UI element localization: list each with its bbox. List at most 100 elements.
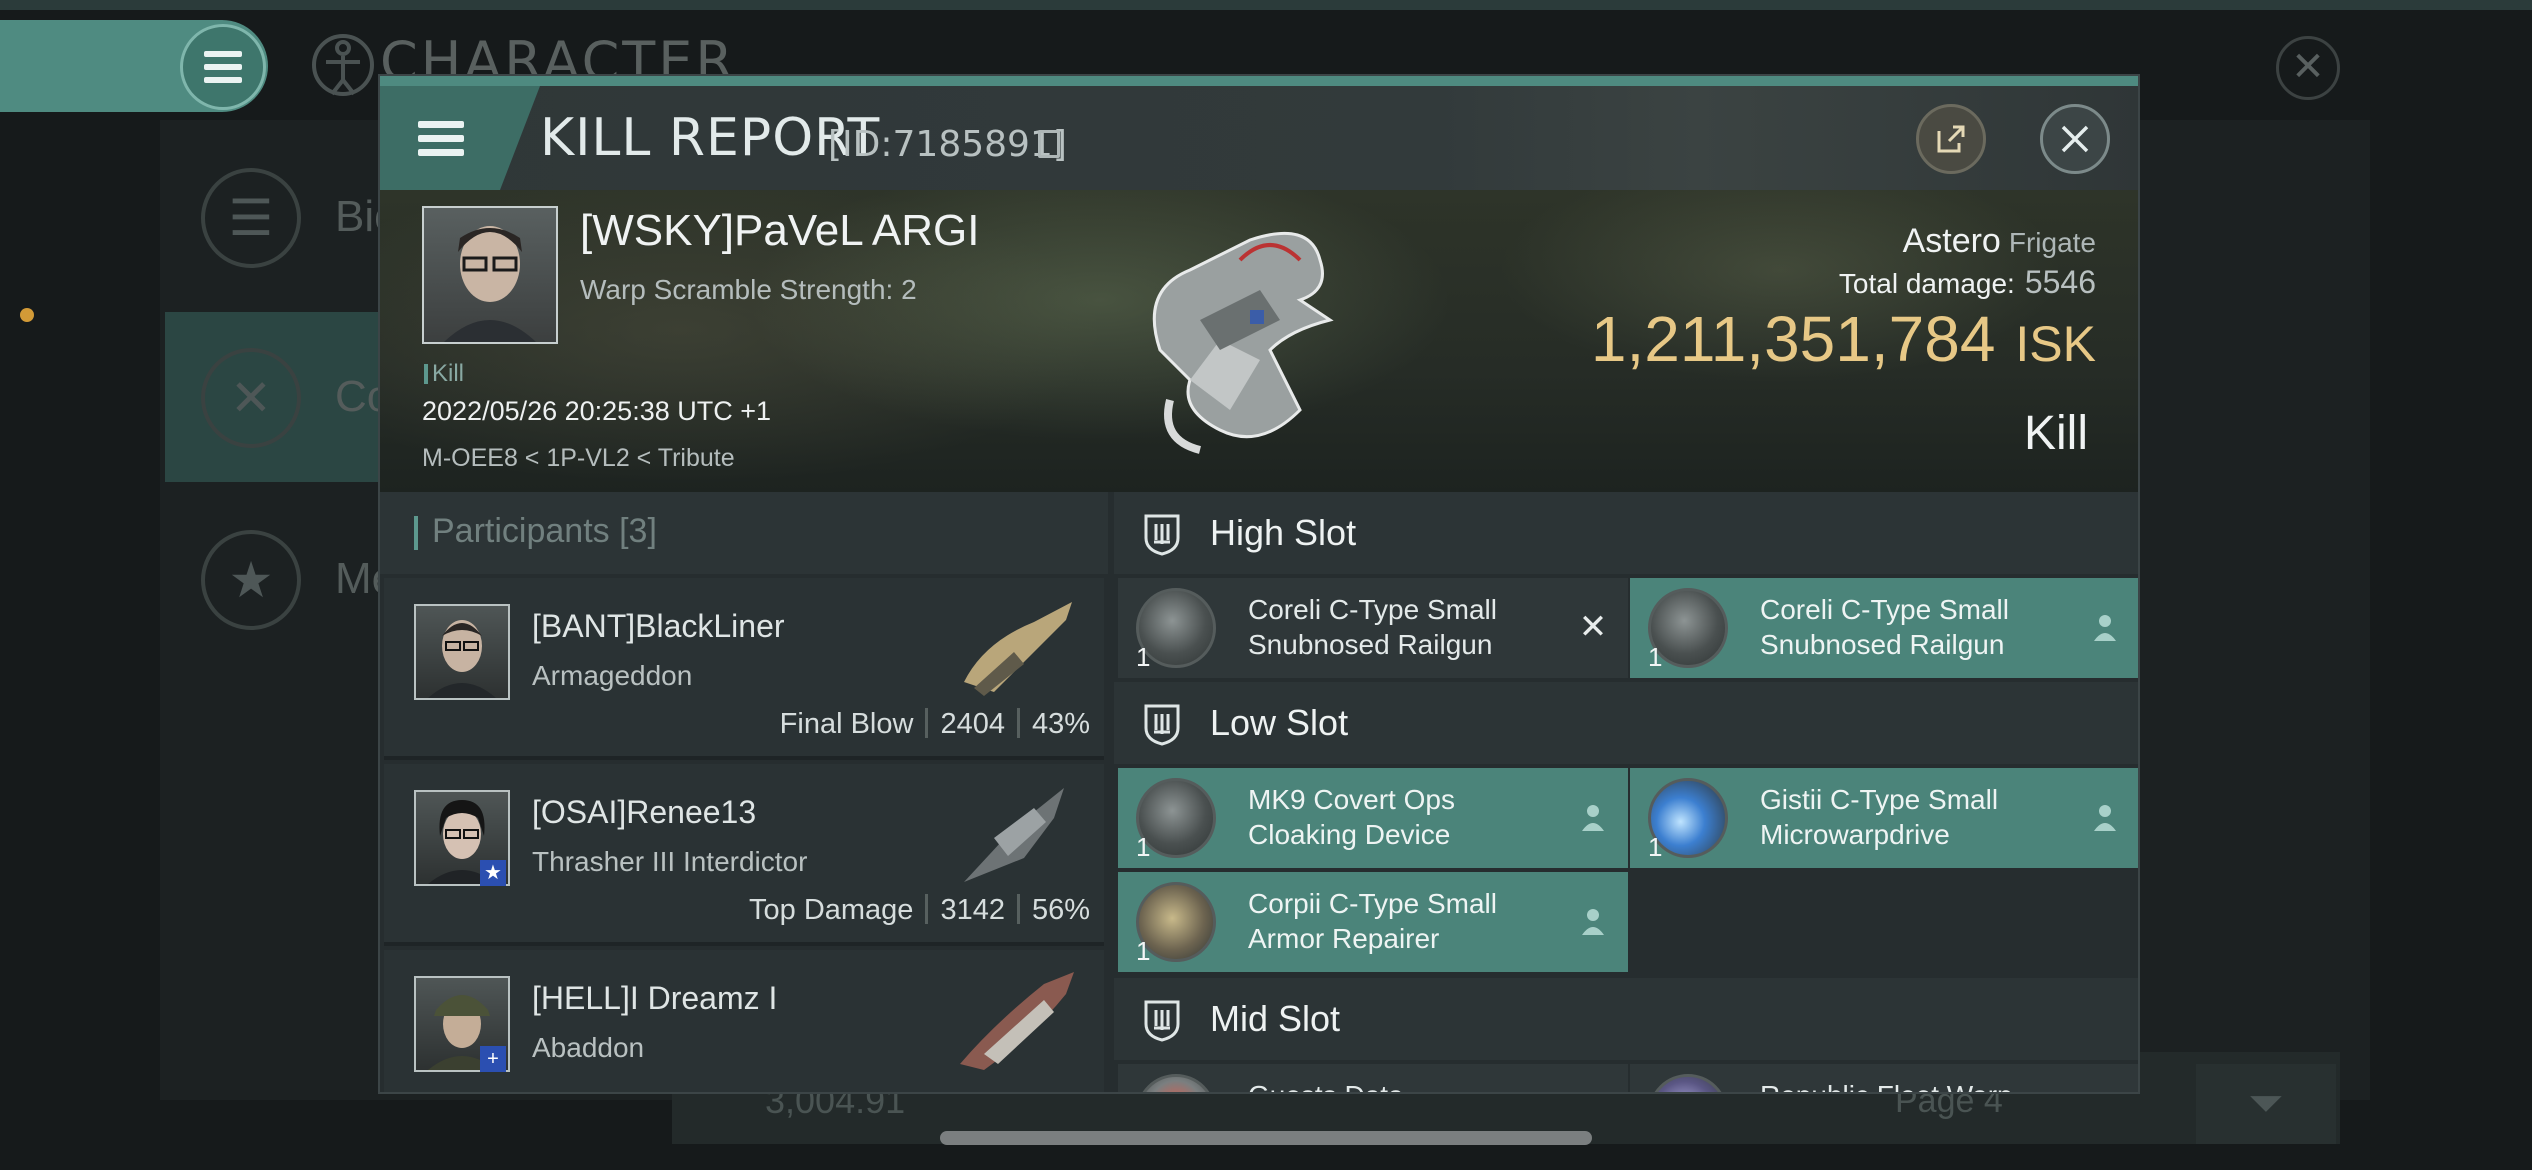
module-quantity: 1 xyxy=(1648,642,1663,672)
copy-icon[interactable] xyxy=(1038,130,1060,158)
destroyed-icon: ✕ xyxy=(1578,608,1608,646)
close-screen-icon[interactable]: ✕ xyxy=(2276,36,2340,100)
damage-percent: 56% xyxy=(1031,894,1090,926)
module-item[interactable]: 1 Coreli C-Type Small Snubnosed Railgun xyxy=(1630,578,2138,678)
sidebar-item-combat[interactable]: ✕ Co xyxy=(165,312,395,482)
participant-ship: Armageddon xyxy=(532,660,693,691)
dropped-icon xyxy=(1576,800,1610,834)
participants-title: Participants [3] xyxy=(432,512,657,550)
damage-value: 3142 xyxy=(940,894,1005,926)
victim-name: [WSKY]PaVeL ARGI xyxy=(580,206,980,255)
participant-ship-image xyxy=(960,972,1074,1070)
avatar xyxy=(414,604,510,700)
slot-title: Low Slot xyxy=(1210,702,1349,743)
participant-name: [BANT]BlackLiner xyxy=(532,608,785,644)
slot-title: Mid Slot xyxy=(1210,998,1341,1039)
module-name: Coreli C-Type Small Snubnosed Railgun xyxy=(1760,594,2009,660)
sidebar-item-medals[interactable]: ★ Me xyxy=(165,494,396,664)
module-item[interactable]: 1 MK9 Covert Ops Cloaking Device xyxy=(1118,768,1628,868)
star-badge-icon: ★ xyxy=(201,530,301,630)
participant-ship: Abaddon xyxy=(532,1032,645,1063)
main-menu-button[interactable] xyxy=(180,24,266,110)
module-item[interactable]: 1 Coreli C-Type Small Snubnosed Railgun … xyxy=(1118,578,1628,678)
participant-ship: Thrasher III Interdictor xyxy=(532,846,808,877)
high-slot-header: High Slot xyxy=(1114,492,2138,574)
ship-name-line: Astero Frigate xyxy=(1903,222,2096,261)
data-module-icon xyxy=(1136,1074,1216,1092)
module-quantity: 1 xyxy=(1648,832,1663,862)
participants-count: [3] xyxy=(619,512,657,550)
sidebar-item-bio[interactable]: ☰ Bio xyxy=(165,132,399,302)
dropped-icon xyxy=(1576,904,1610,938)
participant-stats: Final Blow 2404 43% xyxy=(780,708,1090,741)
dropped-icon xyxy=(2088,610,2122,644)
external-link-icon xyxy=(1937,125,1965,153)
participant-row[interactable]: ★ [OSAI]Renee13 Thrasher III Interdictor… xyxy=(384,764,1104,946)
module-item[interactable]: Guests Data ✕ xyxy=(1118,1064,1628,1092)
victim-subtitle: Warp Scramble Strength: 2 xyxy=(580,274,917,305)
stat-label: Top Damage xyxy=(749,894,914,926)
isk-unit: ISK xyxy=(2015,316,2096,372)
participants-panel: Participants [3] [BANT]BlackLiner Armage… xyxy=(380,492,1108,1092)
total-damage-label: Total damage: xyxy=(1838,268,2015,299)
dialog-accent-line xyxy=(380,76,2138,86)
kill-report-dialog: KILL REPORT [ID:7185891] [WSKY]PaVeL ARG… xyxy=(378,74,2140,1094)
kill-tag: Kill xyxy=(424,360,464,388)
module-quantity: 1 xyxy=(1136,832,1151,862)
kill-result: Kill xyxy=(2023,407,2088,460)
kill-datetime: 2022/05/26 20:25:38 UTC +1 xyxy=(422,396,772,426)
module-name: Republic Fleet Warp xyxy=(1760,1078,2080,1092)
fitting-panel: High Slot 1 Coreli C-Type Small Snubnose… xyxy=(1114,492,2138,1092)
horizontal-scrollbar[interactable] xyxy=(940,1131,1592,1145)
participant-ship-image xyxy=(964,788,1064,882)
header-accent xyxy=(414,516,418,550)
module-name: Coreli C-Type Small Snubnosed Railgun xyxy=(1248,594,1497,660)
damage-percent: 43% xyxy=(1031,708,1090,740)
module-item[interactable]: 1 Gistii C-Type Small Microwarpdrive xyxy=(1630,768,2138,868)
total-damage-line: Total damage: 5546 xyxy=(1839,264,2096,301)
mid-slot-header: Mid Slot xyxy=(1114,978,2138,1060)
kill-id: [ID:7185891] xyxy=(828,124,1067,165)
share-button[interactable] xyxy=(1916,104,1986,174)
mid-slot-icon xyxy=(1144,1000,1180,1042)
victim-ship-image xyxy=(1152,231,1334,454)
ship-class: Frigate xyxy=(2008,227,2096,258)
total-damage-value: 5546 xyxy=(2024,264,2096,300)
star-badge-icon: ★ xyxy=(480,860,506,886)
dialog-menu-button[interactable] xyxy=(380,86,540,190)
participant-ship-image xyxy=(964,602,1072,696)
crossed-swords-icon: ✕ xyxy=(201,348,301,448)
hamburger-icon xyxy=(204,51,242,83)
module-name: Guests Data xyxy=(1248,1078,1568,1092)
damage-value: 2404 xyxy=(940,708,1005,740)
character-icon xyxy=(312,34,374,96)
dropped-icon xyxy=(2088,800,2122,834)
victim-portrait[interactable] xyxy=(422,206,558,344)
participant-stats: Top Damage 3142 56% xyxy=(749,894,1090,927)
participant-row[interactable]: [BANT]BlackLiner Armageddon Final Blow 24… xyxy=(384,578,1104,760)
module-item[interactable]: Republic Fleet Warp ✕ xyxy=(1630,1064,2138,1092)
list-icon: ☰ xyxy=(201,168,301,268)
hamburger-icon xyxy=(418,120,464,156)
participant-name: [OSAI]Renee13 xyxy=(532,794,757,830)
avatar xyxy=(444,226,536,342)
close-button[interactable] xyxy=(2040,104,2110,174)
filter-icon[interactable]: ⏷ xyxy=(2196,1064,2336,1144)
participant-name: [HELL]I Dreamz I xyxy=(532,980,778,1016)
top-strip xyxy=(0,0,2532,10)
low-slot-icon xyxy=(1144,704,1180,746)
low-slot-header: Low Slot xyxy=(1114,682,2138,764)
module-quantity: 1 xyxy=(1136,936,1151,966)
isk-value: 1,211,351,784 xyxy=(1590,303,1996,375)
isk-value-line: 1,211,351,784 ISK xyxy=(1591,302,2096,376)
close-icon xyxy=(2061,125,2089,153)
kill-location: M-OEE8 < 1P-VL2 < Tribute xyxy=(422,444,735,472)
kill-summary-banner: [WSKY]PaVeL ARGI Warp Scramble Strength:… xyxy=(380,190,2138,492)
dialog-header: KILL REPORT [ID:7185891] xyxy=(380,86,2138,190)
participant-row[interactable]: + [HELL]I Dreamz I Abaddon xyxy=(384,950,1104,1092)
high-slot-icon xyxy=(1144,514,1180,556)
slot-title: High Slot xyxy=(1210,512,1357,553)
notification-dot xyxy=(20,308,34,322)
module-item[interactable]: 1 Corpii C-Type Small Armor Repairer xyxy=(1118,872,1628,972)
ship-name: Astero xyxy=(1902,222,2001,260)
